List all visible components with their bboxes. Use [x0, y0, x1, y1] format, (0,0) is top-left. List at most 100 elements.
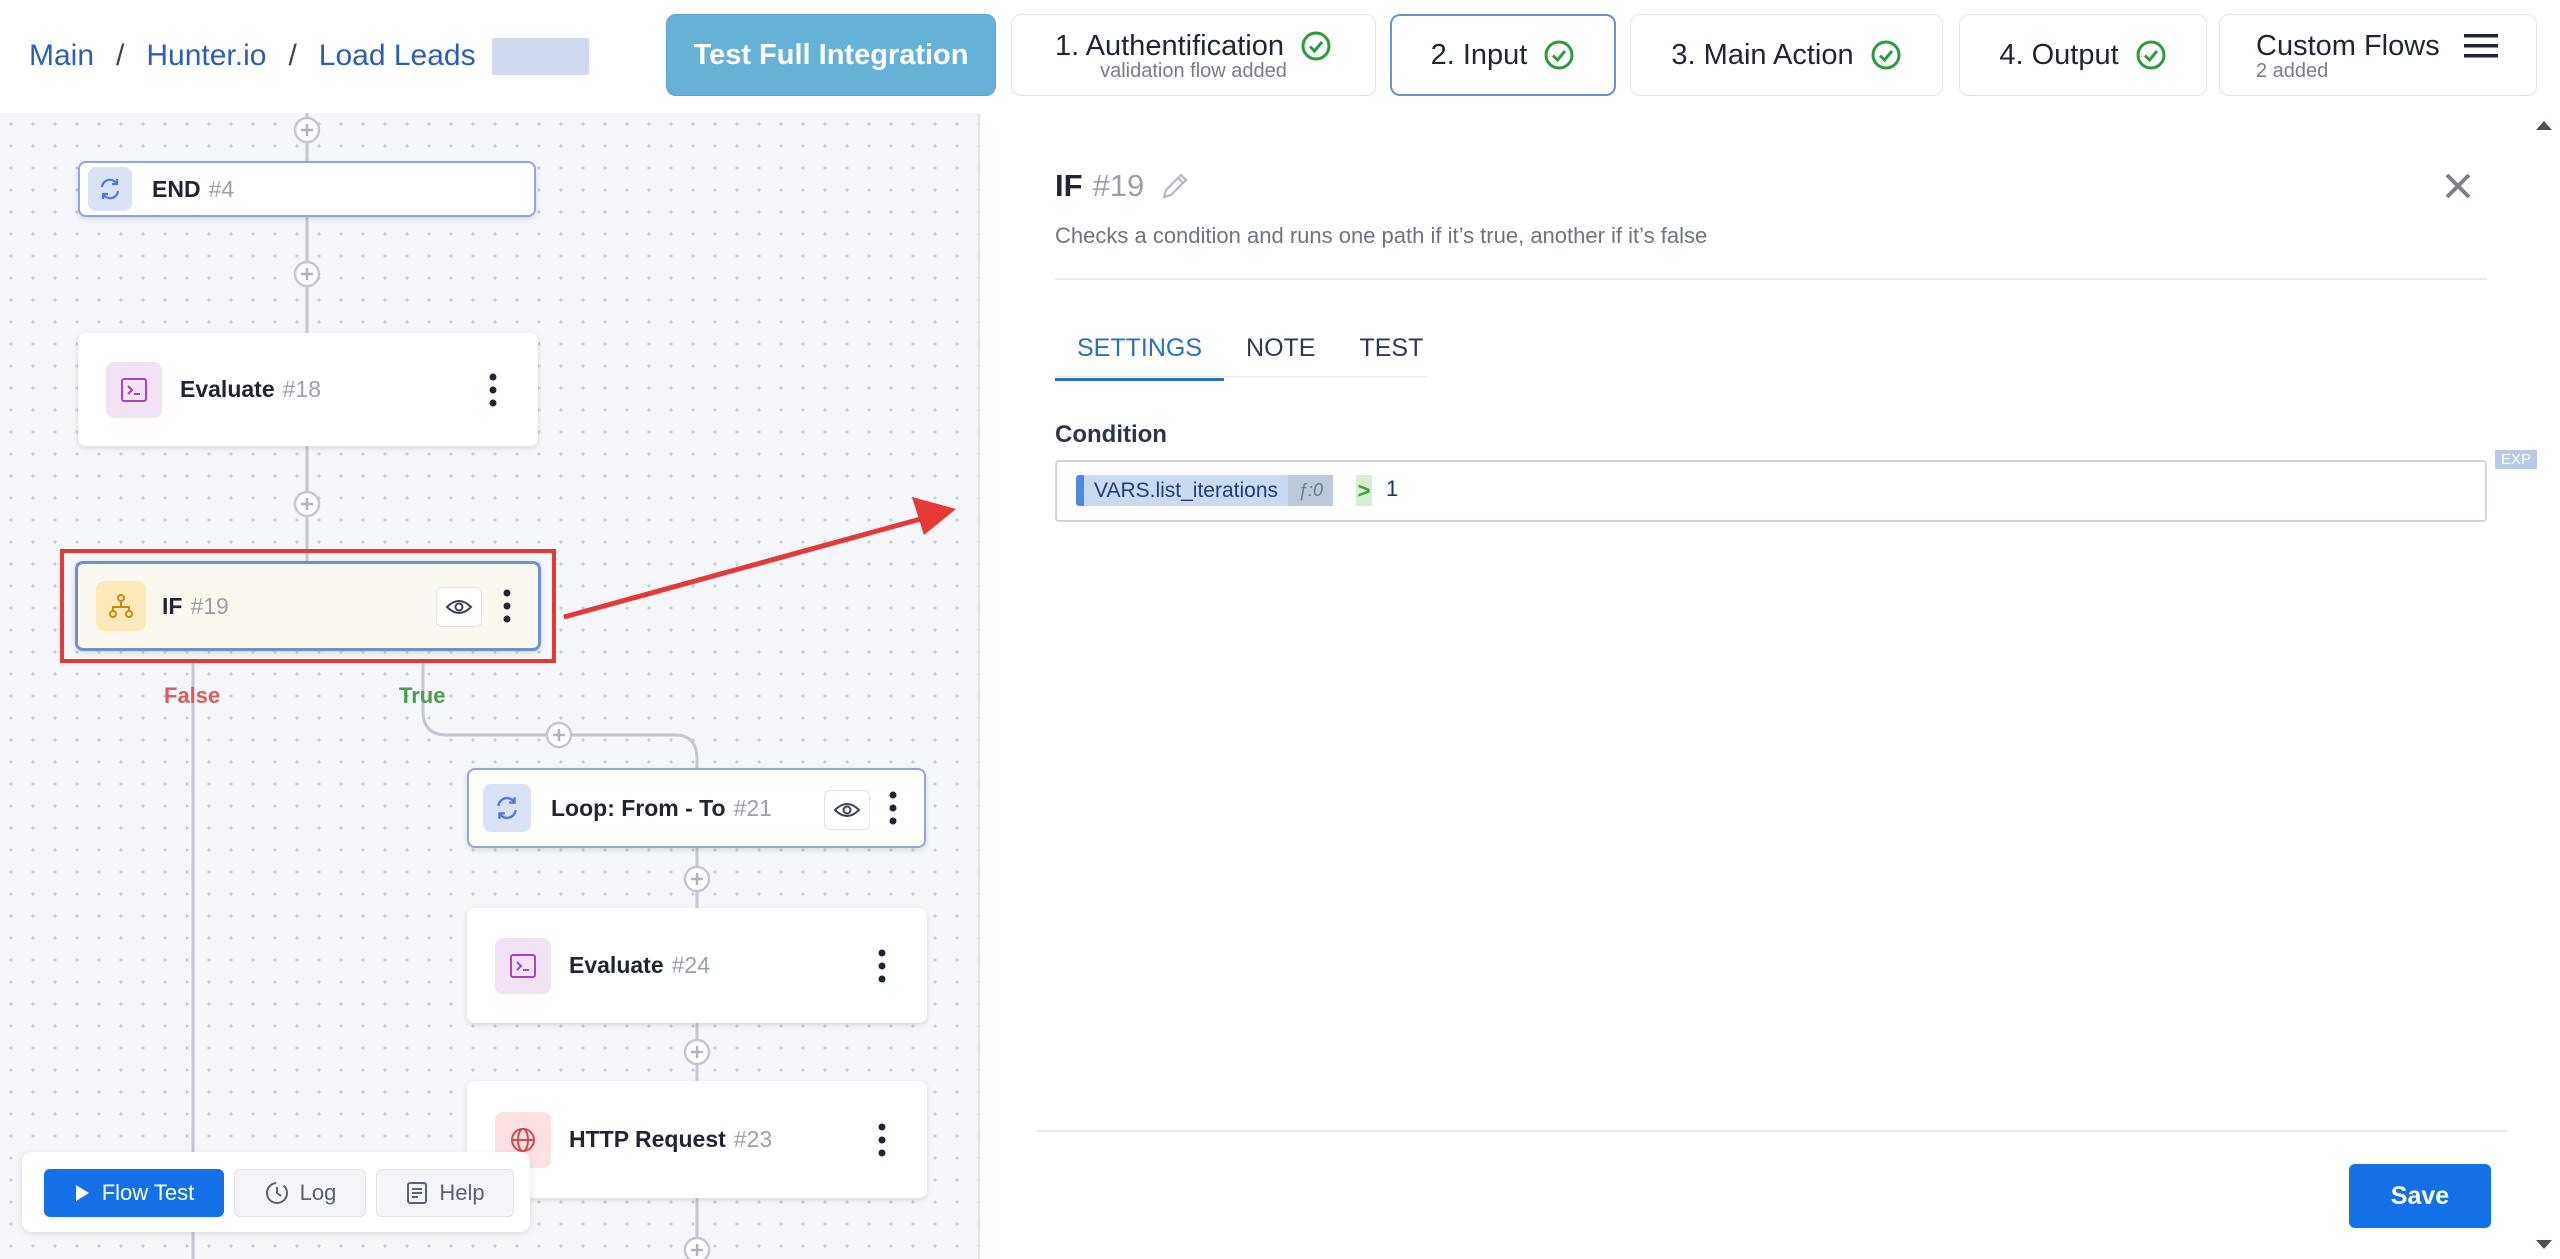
function-tag[interactable]: ƒ:0	[1288, 475, 1334, 506]
custom-flows-count: 2 added	[2256, 59, 2329, 82]
more-vertical-icon[interactable]	[488, 372, 498, 408]
add-step-icon[interactable]	[293, 116, 321, 144]
node-id: #21	[733, 794, 772, 821]
step-input-button[interactable]: 2. Input	[1390, 14, 1616, 96]
node-id: #19	[190, 592, 229, 619]
condition-input[interactable]: EXP VARS.list_iterations ƒ:0 > 1	[1055, 450, 2538, 522]
add-step-icon[interactable]	[683, 1236, 711, 1259]
node-id: #24	[671, 952, 710, 978]
variable-token[interactable]: VARS.list_iterations ƒ:0	[1076, 475, 1334, 506]
node-settings-panel	[978, 113, 2560, 1259]
step-label: 2. Input	[1430, 38, 1528, 71]
check-circle-icon	[1871, 40, 1901, 70]
node-title: HTTP Request	[569, 1126, 726, 1152]
panel-title-text: IF	[1055, 168, 1083, 203]
eye-icon[interactable]	[436, 587, 482, 627]
step-sublabel: validation flow added	[1100, 59, 1287, 82]
loop-icon	[483, 784, 531, 832]
test-full-integration-button[interactable]: Test Full Integration	[666, 14, 996, 96]
more-vertical-icon[interactable]	[502, 588, 512, 624]
node-id: #23	[733, 1126, 773, 1152]
help-label: Help	[439, 1180, 485, 1205]
add-step-icon[interactable]	[545, 721, 573, 749]
variable-name: VARS.list_iterations	[1094, 478, 1279, 502]
flow-test-label: Flow Test	[101, 1180, 195, 1205]
divider	[1055, 278, 2487, 280]
add-step-icon[interactable]	[293, 260, 321, 288]
custom-flows-label: Custom Flows	[2256, 29, 2440, 62]
panel-title: IF #19	[1055, 168, 1192, 204]
step-main-action-button[interactable]: 3. Main Action	[1630, 14, 1943, 96]
scroll-down-icon[interactable]	[2534, 1238, 2554, 1252]
step-output-button[interactable]: 4. Output	[1959, 14, 2207, 96]
save-button[interactable]: Save	[2349, 1164, 2491, 1228]
top-bar: Main / Hunter.io / Load Leads Test Full …	[0, 0, 2560, 114]
loop-icon	[88, 167, 132, 211]
document-icon	[407, 1182, 428, 1204]
bottom-toolbar: Flow Test Log Help	[22, 1152, 530, 1232]
node-evaluate-24[interactable]: Evaluate #24	[467, 908, 927, 1023]
node-title: IF	[162, 592, 183, 619]
add-step-icon[interactable]	[683, 865, 711, 893]
step-authentification-button[interactable]: 1. Authentification validation flow adde…	[1011, 14, 1376, 96]
flow-canvas[interactable]: END #4 Evaluate #18 IF #19 False True Lo…	[0, 113, 978, 1259]
node-title: Evaluate	[569, 952, 664, 978]
tab-note[interactable]: NOTE	[1224, 318, 1337, 378]
node-end[interactable]: END #4	[78, 161, 536, 217]
panel-node-id: #19	[1092, 168, 1145, 203]
branch-false-label: False	[164, 683, 221, 708]
node-id: #4	[208, 175, 235, 202]
breadcrumb-separator: /	[288, 39, 297, 72]
check-circle-icon	[1544, 40, 1574, 70]
condition-value: 1	[1386, 476, 1399, 501]
node-evaluate-18[interactable]: Evaluate #18	[78, 333, 538, 446]
node-loop-21[interactable]: Loop: From - To #21	[467, 768, 926, 848]
check-circle-icon	[2136, 40, 2166, 70]
log-label: Log	[299, 1180, 337, 1205]
step-label: 4. Output	[1999, 38, 2119, 71]
history-icon	[265, 1182, 288, 1204]
node-if-19[interactable]: IF #19	[75, 561, 541, 651]
more-vertical-icon[interactable]	[877, 1122, 887, 1158]
breadcrumb-separator: /	[116, 39, 125, 72]
operator-token[interactable]: >	[1356, 475, 1372, 506]
footer-divider	[1037, 1130, 2507, 1132]
node-title: Evaluate	[180, 376, 275, 402]
check-circle-icon	[1301, 31, 1331, 61]
step-label: 1. Authentification	[1055, 29, 1284, 62]
breadcrumb-main[interactable]: Main	[29, 39, 94, 73]
tabs-underline	[1055, 376, 1427, 377]
exp-badge[interactable]: EXP	[2495, 450, 2538, 469]
tab-test[interactable]: TEST	[1337, 318, 1445, 378]
annotation-arrow-icon	[563, 497, 956, 620]
play-icon	[75, 1185, 89, 1201]
breadcrumb-load-leads[interactable]: Load Leads	[319, 39, 476, 73]
help-button[interactable]: Help	[376, 1169, 514, 1217]
more-vertical-icon[interactable]	[888, 790, 898, 826]
node-id: #18	[282, 376, 321, 402]
scroll-up-icon[interactable]	[2534, 118, 2554, 132]
node-title: END	[152, 175, 201, 202]
hamburger-menu-icon	[2463, 34, 2498, 58]
node-http-request-23[interactable]: HTTP Request #23	[467, 1081, 927, 1198]
breadcrumb-hunter[interactable]: Hunter.io	[146, 39, 266, 73]
custom-flows-button[interactable]: Custom Flows 2 added	[2219, 14, 2537, 96]
tab-settings[interactable]: SETTINGS	[1055, 318, 1225, 381]
terminal-icon	[106, 361, 162, 418]
branch-true-label: True	[399, 683, 446, 708]
eye-icon[interactable]	[824, 790, 870, 830]
close-icon[interactable]	[2440, 168, 2476, 204]
panel-description: Checks a condition and runs one path if …	[1055, 223, 1708, 248]
terminal-icon	[495, 937, 551, 994]
condition-label: Condition	[1055, 421, 1167, 448]
node-title: Loop: From - To	[551, 794, 726, 821]
breadcrumb: Main / Hunter.io / Load Leads	[29, 36, 589, 76]
more-vertical-icon[interactable]	[877, 948, 887, 984]
add-step-icon[interactable]	[683, 1038, 711, 1066]
branch-icon	[96, 581, 146, 631]
step-label: 3. Main Action	[1671, 38, 1854, 71]
pencil-icon[interactable]	[1158, 169, 1192, 203]
flow-test-button[interactable]: Flow Test	[44, 1169, 224, 1217]
log-button[interactable]: Log	[234, 1169, 366, 1217]
add-step-icon[interactable]	[293, 490, 321, 518]
